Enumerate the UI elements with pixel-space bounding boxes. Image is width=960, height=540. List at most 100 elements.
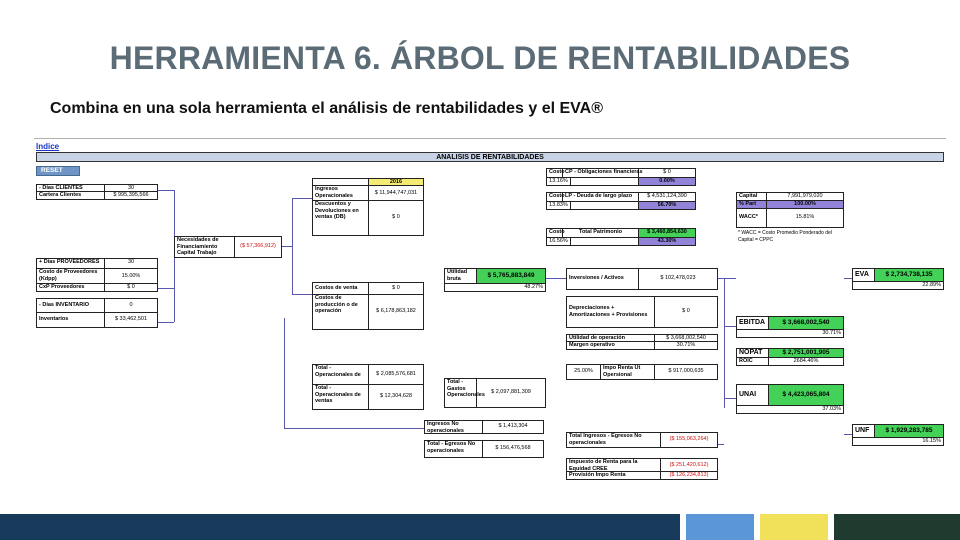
total-gastos-label: Total - Gastos Operacionales <box>445 379 485 407</box>
costo-cp-value: $ 0 <box>663 169 671 175</box>
costo-lp-label: Costo <box>549 193 565 201</box>
costo-cp-block: Costo CP - Obligaciones financieras $ 0 … <box>546 168 696 186</box>
connector-line <box>158 322 174 323</box>
gastos-block: Total - Operacionales de $ 2,085,576,681… <box>312 364 424 410</box>
total-op-label: Total - Operacionales de <box>313 365 369 384</box>
unf-label: UNF <box>853 425 875 437</box>
connector-line <box>724 326 736 327</box>
total-no-op-label: Total Ingresos - Egresos No operacionale… <box>567 433 661 447</box>
connector-line <box>158 190 174 191</box>
ingresos-no-op-value: $ 1,413,304 <box>498 423 528 429</box>
capital-value: 7,991,979,020 <box>787 193 823 199</box>
costo-pat-rate[interactable]: 16.56% <box>547 238 571 245</box>
connector-line <box>844 434 852 435</box>
connector-line <box>724 398 736 399</box>
costo-cp-rate[interactable]: 13.16% <box>547 178 571 185</box>
connector-line <box>292 198 293 294</box>
ingresos-block: 2016 Ingresos Operacionales $ 11,944,747… <box>312 178 424 236</box>
footer-bar-yellow <box>760 514 828 540</box>
cxp-proveedores-label: CxP Proveedores <box>37 284 105 291</box>
utilidad-bruta-label: Utilidad bruta <box>445 269 477 283</box>
inventarios-label: Inventarios <box>37 313 105 327</box>
dias-proveedores-value[interactable]: 30 <box>105 259 157 268</box>
egresos-no-op-label: Total - Egresos No operacionales <box>425 441 483 457</box>
total-no-op-value: ($ 155,063,264) <box>669 436 709 442</box>
ebitda-block: EBITDA $ 3,668,002,540 30.71% <box>736 316 844 338</box>
costos-block: Costos de venta $ 0 Costos de producción… <box>312 282 424 330</box>
ingresos-no-op-block: Ingresos No operacionales $ 1,413,304 <box>424 420 544 434</box>
costos-venta-label: Costos de venta <box>313 283 369 294</box>
impuesto-op-rate[interactable]: 25.00% <box>567 365 601 379</box>
costo-pat-value: $ 3,460,854,630 <box>639 229 695 237</box>
nft-label: Necesidades de Financiamiento Capital Tr… <box>175 237 235 257</box>
depreciaciones-block: Depreciaciones + Amortizaciones + Provis… <box>566 296 718 328</box>
costo-cp-desc: CP - Obligaciones financieras <box>565 169 643 177</box>
part-label: % Part <box>737 201 767 208</box>
dias-proveedores-label: + Días PROVEEDORES <box>37 259 105 268</box>
costo-cp-label: Costo <box>549 169 565 177</box>
dias-clientes-value[interactable]: 30 <box>105 185 157 191</box>
nopat-label: NOPAT <box>737 349 769 357</box>
impuesto-op-label: Impo Renta Ut Opersional <box>601 365 655 379</box>
slide-title: HERRAMIENTA 6. ÁRBOL DE RENTABILIDADES <box>109 40 851 76</box>
costo-proveedores-value[interactable]: 15.00% <box>105 269 157 283</box>
costos-venta-value: $ 0 <box>392 285 400 291</box>
margen-operativo-label: Margen operativo <box>567 342 655 349</box>
utilidad-operacion-block: Utilidad de operación $ 3,668,002,540 Ma… <box>566 334 718 350</box>
section-header: ANALISIS DE RENTABILIDADES <box>36 152 944 162</box>
year-header: 2016 <box>369 179 423 185</box>
unf-pct: 16.15% <box>922 438 941 444</box>
eva-block: EVA $ 2,734,738,135 22.89% <box>852 268 944 290</box>
eva-label: EVA <box>853 269 875 281</box>
connector-line <box>282 246 292 247</box>
costo-pat-label: Costo <box>549 229 565 237</box>
capital-label: Capital <box>737 193 767 200</box>
inventarios-value: $ 33,462,501 <box>114 316 148 322</box>
connector-line <box>292 294 312 295</box>
cartera-clientes-label: Cartera Clientes <box>37 192 105 199</box>
ebitda-pct: 30.71% <box>822 330 841 336</box>
costo-lp-rate[interactable]: 13.83% <box>547 202 571 209</box>
utilidad-bruta-block: Utilidad bruta $ 5,765,883,849 48.27% <box>444 268 546 292</box>
nopat-block: NOPAT $ 2,751,001,905 ROIC 2684.46% <box>736 348 844 366</box>
total-gastos-block: Total - Gastos Operacionales $ 2,097,881… <box>444 378 546 408</box>
impuesto-op-value: $ 917,000,635 <box>668 368 704 374</box>
costos-produccion-label: Costos de producción o de operación <box>313 295 369 329</box>
unai-pct: 37.03% <box>822 406 841 412</box>
footer-bar-green <box>834 514 960 540</box>
connector-line <box>292 198 312 199</box>
utilidad-bruta-pct: 48.27% <box>524 284 543 290</box>
proveedores-block: + Días PROVEEDORES 30 Costo de Proveedor… <box>36 258 158 292</box>
total-op-value: $ 2,085,576,681 <box>376 371 416 377</box>
costo-lp-desc: LP - Deuda de largo plazo <box>563 193 639 201</box>
dias-clientes-label: - Días CLIENTES <box>37 185 105 191</box>
wacc-value: 15.81% <box>795 214 815 220</box>
connector-line <box>718 444 724 445</box>
sheet-top-rule <box>34 138 946 139</box>
connector-line <box>284 318 285 428</box>
provision-value: ($ 126,234,813) <box>669 472 709 478</box>
costo-pat-pct: 43.30% <box>639 238 695 245</box>
dias-inventario-label: - Días INVENTARIO <box>37 299 105 312</box>
costo-cp-pct: 0.00% <box>639 178 695 185</box>
inversiones-block: Inversiones / Activos $ 102,478,023 <box>566 268 718 290</box>
costo-proveedores-label: Costo de Proveedores (Kdpp) <box>37 269 105 283</box>
inversiones-label: Inversiones / Activos <box>567 269 639 289</box>
unf-value: $ 1,929,283,785 <box>875 425 943 437</box>
margen-operativo-value: 30.71% <box>676 342 696 348</box>
connector-line <box>284 428 424 429</box>
cree-label: Impuesto de Renta para la Equidad CREE <box>567 459 661 472</box>
utilidad-operacion-value: $ 3,668,002,540 <box>666 335 706 341</box>
unf-block: UNF $ 1,929,283,785 16.15% <box>852 424 944 446</box>
connector-line <box>718 278 736 279</box>
nopat-value: $ 2,751,001,905 <box>769 349 843 357</box>
devoluciones-label: Descuentos y Devoluciones en ventas (DB) <box>313 201 369 235</box>
dias-inventario-value[interactable]: 0 <box>105 299 157 312</box>
ingresos-op-label: Ingresos Operacionales <box>313 186 369 200</box>
connector-line <box>844 278 852 279</box>
roic-value: 2684.46% <box>793 358 819 364</box>
index-link[interactable]: Indice <box>36 142 59 151</box>
costo-lp-pct: 56.70% <box>639 202 695 209</box>
reset-button[interactable]: RESET <box>36 166 80 176</box>
profitability-sheet: Indice ANALISIS DE RENTABILIDADES RESET … <box>34 138 946 480</box>
